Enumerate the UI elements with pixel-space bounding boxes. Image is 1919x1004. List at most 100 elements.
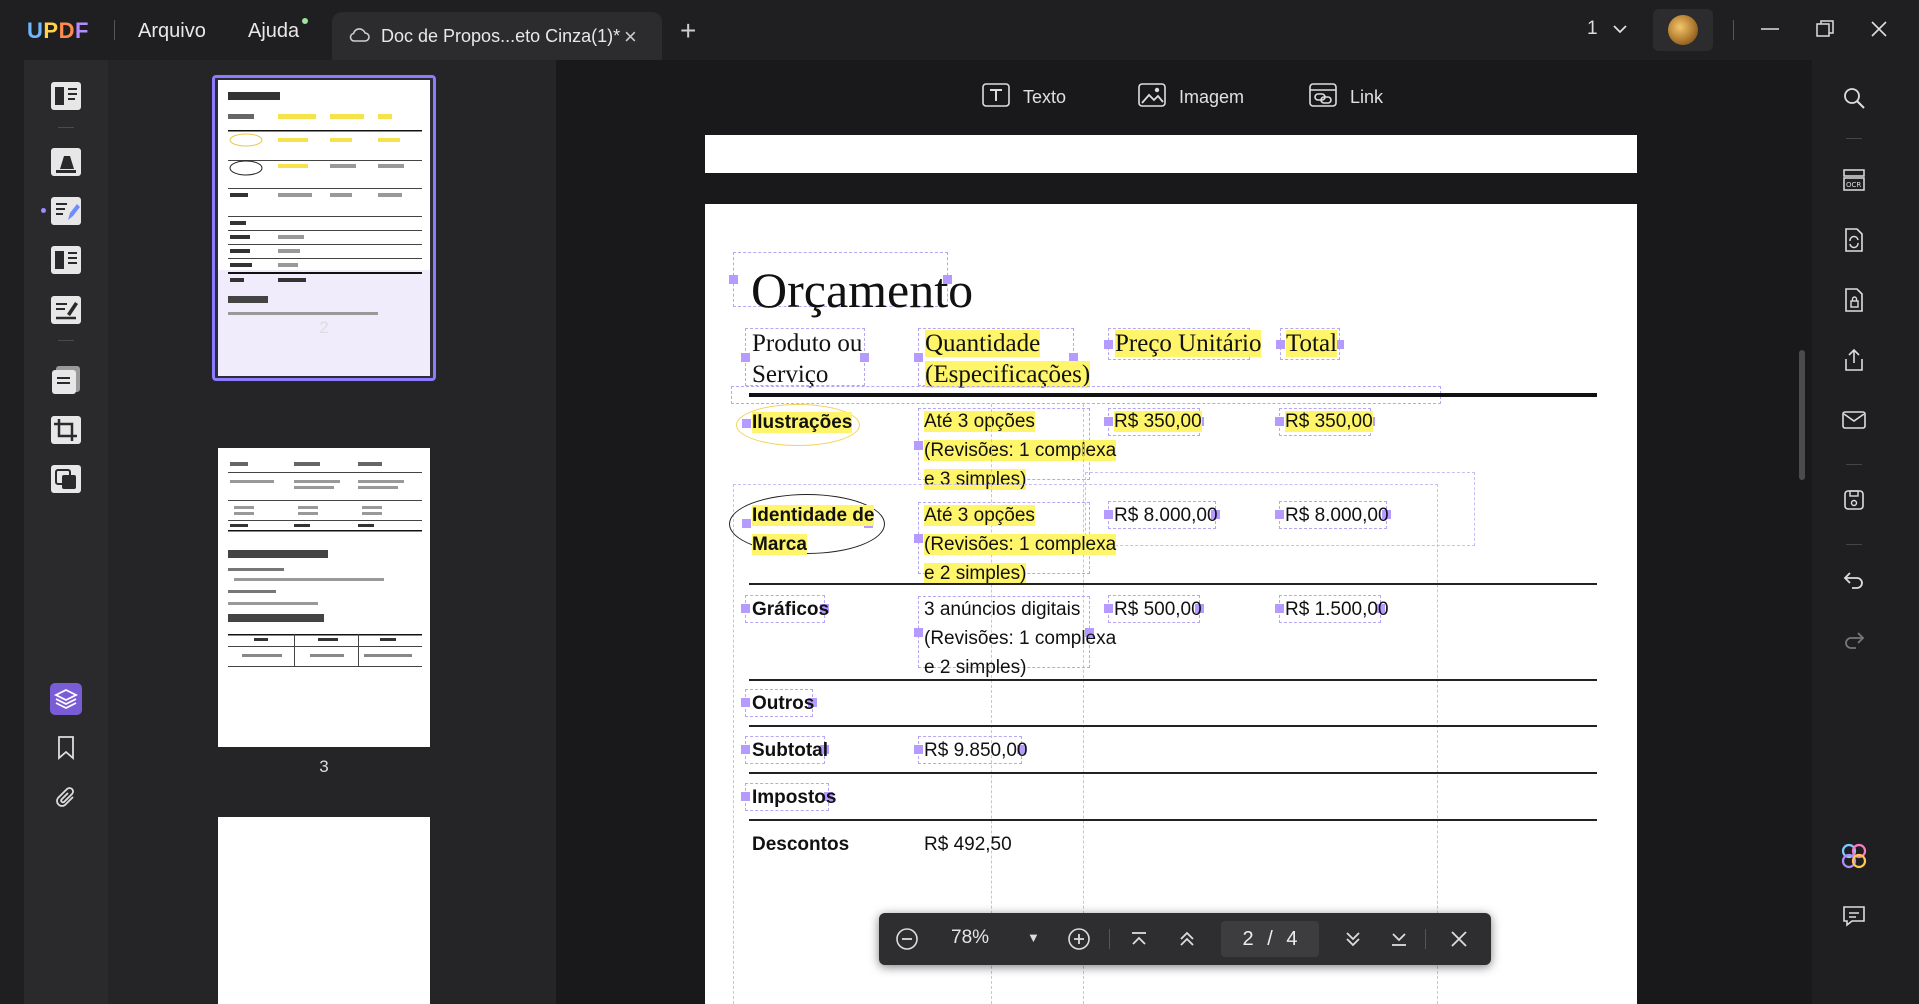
header-unit-price[interactable]: Preço Unitário [1115, 328, 1262, 359]
vertical-scrollbar[interactable] [1799, 350, 1805, 480]
add-link-button[interactable]: Link [1308, 82, 1383, 113]
spec-line: Até 3 opções [924, 411, 1035, 432]
resize-handle[interactable] [741, 698, 750, 707]
thumbnail-page-number: 2 [319, 318, 329, 337]
close-window-icon[interactable] [1864, 14, 1894, 44]
header-product[interactable]: Produto ou Serviço [752, 328, 862, 390]
page-selector[interactable]: 1 [1587, 18, 1627, 40]
page-number-input[interactable]: 2 / 4 [1221, 921, 1319, 957]
redo-icon[interactable] [1840, 626, 1868, 654]
next-page-icon[interactable] [1339, 925, 1367, 953]
page-selector-value: 1 [1587, 18, 1598, 39]
resize-handle[interactable] [742, 519, 751, 528]
row-unit-price[interactable]: R$ 350,00 [1114, 407, 1202, 436]
resize-handle[interactable] [914, 534, 923, 543]
crop-icon[interactable] [48, 412, 84, 448]
row-spec[interactable]: 3 anúncios digitais (Revisões: 1 complex… [924, 595, 1116, 682]
spec-line: (Revisões: 1 complexa [924, 534, 1117, 555]
pdf-page-2: Orçamento Produto ou Serviço Quantidade … [705, 204, 1637, 1004]
undo-icon[interactable] [1840, 566, 1868, 594]
resize-handle[interactable] [729, 275, 738, 284]
first-page-icon[interactable] [1125, 925, 1153, 953]
resize-handle[interactable] [914, 745, 923, 754]
add-image-button[interactable]: Imagem [1137, 82, 1244, 113]
row-total[interactable]: R$ 8.000,00 [1285, 501, 1389, 530]
save-icon[interactable] [1840, 486, 1868, 514]
header-rule [749, 393, 1597, 397]
ai-assistant-icon[interactable] [1840, 842, 1868, 870]
layers-icon[interactable] [48, 681, 84, 717]
attachment-icon[interactable] [48, 780, 84, 816]
close-bar-icon[interactable] [1445, 925, 1473, 953]
ocr-icon[interactable]: OCR [1840, 166, 1868, 194]
row-spec[interactable]: R$ 9.850,00 [924, 736, 1028, 765]
row-name[interactable]: Subtotal [752, 736, 828, 765]
divider [1425, 929, 1426, 949]
bookmark-icon[interactable] [48, 730, 84, 766]
minimize-icon[interactable] [1755, 14, 1785, 44]
resize-handle[interactable] [1275, 417, 1284, 426]
page-title[interactable]: Orçamento [751, 261, 973, 319]
resize-handle[interactable] [741, 792, 750, 801]
zoom-in-icon[interactable] [1065, 925, 1093, 953]
header-quantity[interactable]: Quantidade (Especificações) [925, 328, 1091, 390]
resize-handle[interactable] [1104, 340, 1113, 349]
resize-handle[interactable] [741, 353, 750, 362]
document-tab[interactable]: Doc de Propos...eto Cinza(1)* × [332, 12, 662, 60]
menu-help[interactable]: Ajuda [248, 20, 299, 43]
protect-pdf-icon[interactable] [1840, 286, 1868, 314]
comment-highlighter-icon[interactable] [48, 144, 84, 180]
resize-handle[interactable] [1275, 604, 1284, 613]
row-spec[interactable]: Até 3 opções (Revisões: 1 complexa e 2 s… [924, 501, 1117, 588]
edit-pdf-icon[interactable] [41, 193, 84, 229]
organize-pages-icon[interactable] [48, 362, 84, 398]
last-page-icon[interactable] [1385, 925, 1413, 953]
page-layout-icon[interactable] [48, 242, 84, 278]
search-icon[interactable] [1840, 84, 1868, 112]
row-name[interactable]: Ilustrações [752, 408, 853, 437]
resize-handle[interactable] [742, 419, 751, 428]
row-unit-price[interactable]: R$ 8.000,00 [1114, 501, 1218, 530]
zoom-level[interactable]: 78% [951, 927, 989, 949]
row-name[interactable]: Gráficos [752, 595, 829, 624]
zoom-dropdown-icon[interactable]: ▼ [1027, 930, 1040, 945]
resize-handle[interactable] [1104, 604, 1113, 613]
resize-handle[interactable] [914, 441, 923, 450]
resize-handle[interactable] [1104, 417, 1113, 426]
row-name[interactable]: Impostos [752, 783, 836, 812]
resize-handle[interactable] [1104, 510, 1113, 519]
row-unit-price[interactable]: R$ 500,00 [1114, 595, 1202, 624]
tab-close-icon[interactable]: × [624, 24, 637, 50]
resize-handle[interactable] [1275, 510, 1284, 519]
row-spec[interactable]: R$ 492,50 [924, 830, 1012, 859]
row-total[interactable]: R$ 1.500,00 [1285, 595, 1389, 624]
new-tab-button[interactable]: + [680, 17, 696, 45]
zoom-out-icon[interactable] [893, 925, 921, 953]
menu-file[interactable]: Arquivo [138, 20, 206, 43]
thumbnail-page-3[interactable] [218, 448, 430, 747]
header-total[interactable]: Total [1286, 328, 1338, 359]
share-icon[interactable] [1840, 346, 1868, 374]
reader-icon[interactable] [48, 78, 84, 114]
divider [1109, 929, 1110, 949]
resize-handle[interactable] [914, 353, 923, 362]
page-separator: / [1267, 928, 1273, 950]
convert-icon[interactable] [48, 461, 84, 497]
row-total[interactable]: R$ 350,00 [1285, 407, 1373, 436]
add-text-button[interactable]: Texto [981, 82, 1066, 113]
resize-handle[interactable] [741, 745, 750, 754]
resize-handle[interactable] [914, 628, 923, 637]
comment-icon[interactable] [1840, 902, 1868, 930]
previous-page-icon[interactable] [1173, 925, 1201, 953]
row-name[interactable]: Outros [752, 689, 814, 718]
thumbnail-page-4[interactable] [218, 817, 430, 1004]
user-account-button[interactable] [1653, 9, 1713, 51]
row-name[interactable]: Descontos [752, 830, 849, 859]
resize-handle[interactable] [1276, 340, 1285, 349]
resize-handle[interactable] [741, 604, 750, 613]
row-name[interactable]: Identidade de Marca [752, 501, 875, 559]
restore-icon[interactable] [1810, 14, 1840, 44]
email-icon[interactable] [1840, 406, 1868, 434]
fill-sign-icon[interactable] [48, 292, 84, 328]
convert-pdf-icon[interactable] [1840, 226, 1868, 254]
